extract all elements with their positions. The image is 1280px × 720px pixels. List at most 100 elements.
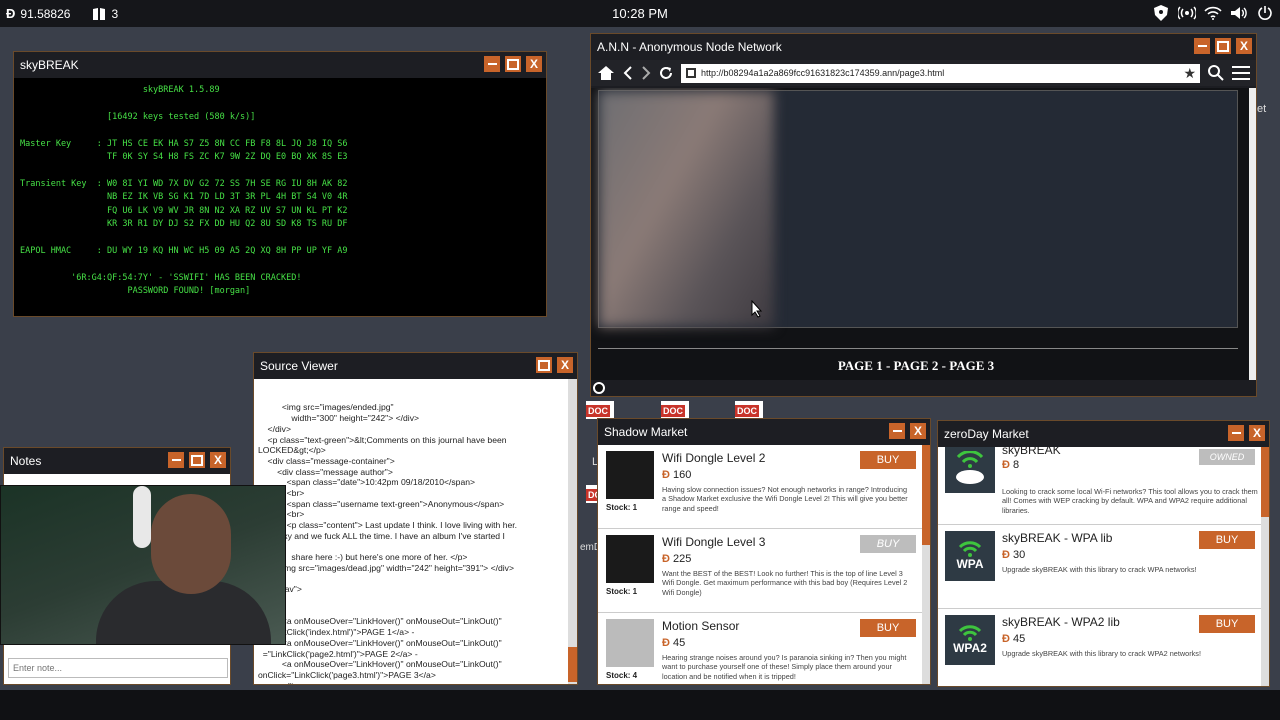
zeroday-market-window: zeroDay Market X skyBREAK Ɖ 8 OWNED Look… bbox=[937, 420, 1270, 687]
item-name: skyBREAK bbox=[1002, 447, 1061, 457]
stock-label: Stock: 1 bbox=[606, 587, 638, 596]
maximize-button[interactable] bbox=[505, 56, 521, 72]
terminal-line: Master Key : JT HS CE EK HA S7 Z5 8N CC … bbox=[20, 138, 348, 149]
clock: 10:28 PM bbox=[612, 6, 668, 21]
source-line bbox=[258, 542, 573, 553]
power-icon[interactable] bbox=[1256, 4, 1274, 22]
list-item: skyBREAK Ɖ 8 OWNED Looking to crack some… bbox=[938, 447, 1269, 525]
source-scrollbar-thumb[interactable] bbox=[568, 647, 577, 682]
item-price: Ɖ 45 bbox=[1002, 633, 1026, 645]
zeroday-market-titlebar[interactable]: zeroDay Market X bbox=[938, 421, 1269, 447]
source-line: <br> bbox=[286, 488, 305, 499]
market-scrollbar-thumb[interactable] bbox=[922, 445, 930, 545]
address-bar[interactable]: http://b08294a1a2a869fcc91631823c174359.… bbox=[681, 63, 1200, 83]
buy-button-disabled[interactable]: BUY bbox=[860, 535, 916, 553]
menu-icon[interactable] bbox=[1232, 66, 1250, 80]
stock-label: Stock: 4 bbox=[606, 671, 638, 680]
forward-icon[interactable] bbox=[641, 66, 651, 80]
crypto-coin-icon: Ɖ bbox=[6, 6, 16, 21]
notes-indicator[interactable]: 3 bbox=[92, 7, 118, 21]
buy-button[interactable]: BUY bbox=[1199, 531, 1255, 549]
terminal-line: EAPOL HMAC : DU WY 19 KQ HN WC H5 09 A5 … bbox=[20, 245, 348, 256]
source-line: <div class="message-container"> bbox=[258, 455, 395, 466]
source-viewer-titlebar[interactable]: Source Viewer X bbox=[254, 353, 577, 379]
close-button[interactable]: X bbox=[910, 423, 926, 439]
product-image bbox=[606, 535, 654, 583]
ann-title: A.N.N - Anonymous Node Network bbox=[597, 40, 782, 54]
list-item: Stock: 1 Wifi Dongle Level 3 Ɖ 225 Want … bbox=[598, 529, 930, 613]
coin-icon: Ɖ bbox=[662, 469, 670, 481]
terminal-line: [16492 keys tested (580 k/s)] bbox=[20, 111, 256, 122]
buy-button[interactable]: BUY bbox=[860, 619, 916, 637]
notes-titlebar[interactable]: Notes X bbox=[4, 448, 230, 474]
maximize-button[interactable] bbox=[189, 452, 205, 468]
buy-button[interactable]: BUY bbox=[1199, 615, 1255, 633]
terminal-line: Transient Key : W0 8I YI WD 7X DV G2 72 … bbox=[20, 178, 348, 189]
zoom-icon[interactable] bbox=[1208, 65, 1224, 81]
vpn-shield-icon[interactable] bbox=[1152, 4, 1170, 22]
item-description: Having slow connection issues? Not enoug… bbox=[662, 485, 908, 513]
note-input[interactable] bbox=[8, 658, 228, 678]
source-line: <a onMouseOver="LinkHover()" onMouseOut=… bbox=[258, 637, 502, 648]
close-button[interactable]: X bbox=[1249, 425, 1265, 441]
browser-scrollbar[interactable] bbox=[1249, 88, 1256, 380]
source-line: share here :-) but here's one more of he… bbox=[258, 552, 468, 563]
coin-icon: Ɖ bbox=[1002, 633, 1010, 645]
item-name: Wifi Dongle Level 2 bbox=[662, 451, 766, 465]
item-description: Looking to crack some local Wi-Fi networ… bbox=[1002, 487, 1258, 515]
mouse-cursor-icon bbox=[751, 300, 763, 318]
item-description: Hearing strange noises around you? Is pa… bbox=[662, 653, 907, 681]
source-line: width="300" height="242"> </div> bbox=[258, 413, 420, 424]
balance-indicator[interactable]: Ɖ 91.58826 bbox=[6, 6, 70, 21]
skybreak-titlebar[interactable]: skyBREAK X bbox=[14, 52, 546, 78]
source-line: LOCKED&gt;</p> bbox=[258, 445, 326, 456]
source-line: <li> bbox=[258, 606, 573, 617]
notebook-icon bbox=[93, 7, 106, 20]
notes-count: 3 bbox=[111, 6, 119, 21]
terminal-line: TF 0K SY S4 H8 FS ZC K7 9W 2Z DQ E0 BQ X… bbox=[20, 152, 348, 163]
wifi-icon[interactable] bbox=[1204, 4, 1222, 22]
bottom-taskbar bbox=[0, 690, 1280, 720]
source-line: <p class="text-green">&lt;Comments on th… bbox=[258, 434, 507, 445]
back-icon[interactable] bbox=[623, 66, 633, 80]
minimize-button[interactable] bbox=[889, 423, 905, 439]
list-item: WPA skyBREAK - WPA lib Ɖ 30 BUY Upgrade … bbox=[938, 525, 1269, 609]
close-button[interactable]: X bbox=[1236, 38, 1252, 54]
headset bbox=[133, 486, 151, 548]
source-line: <ul> bbox=[258, 595, 573, 606]
balance-value: 91.58826 bbox=[20, 6, 71, 21]
doc-file-icon[interactable]: DOC bbox=[661, 401, 689, 419]
close-button[interactable]: X bbox=[526, 56, 542, 72]
minimize-button[interactable] bbox=[168, 452, 184, 468]
pagination-links[interactable]: PAGE 1 - PAGE 2 - PAGE 3 bbox=[591, 358, 1241, 374]
bookmark-star-icon[interactable]: ★ bbox=[1183, 65, 1196, 82]
home-icon[interactable] bbox=[597, 65, 615, 81]
item-name: Wifi Dongle Level 3 bbox=[662, 535, 766, 549]
market-scrollbar-thumb[interactable] bbox=[1261, 447, 1269, 517]
refresh-icon[interactable] bbox=[659, 66, 673, 80]
doc-file-icon[interactable]: DOC bbox=[735, 401, 763, 419]
maximize-button[interactable] bbox=[536, 357, 552, 373]
minimize-button[interactable] bbox=[1228, 425, 1244, 441]
source-viewer-title: Source Viewer bbox=[260, 359, 338, 373]
volume-icon[interactable] bbox=[1230, 4, 1248, 22]
maximize-button[interactable] bbox=[1215, 38, 1231, 54]
page-icon bbox=[686, 68, 696, 78]
source-scrollbar[interactable] bbox=[568, 379, 577, 684]
minimize-button[interactable] bbox=[1194, 38, 1210, 54]
desktop-label-et[interactable]: et bbox=[1257, 103, 1266, 115]
doc-file-icon[interactable]: DOC bbox=[586, 401, 614, 419]
source-line: so sexy and we fuck ALL the time. I have… bbox=[258, 530, 505, 541]
close-button[interactable]: X bbox=[557, 357, 573, 373]
close-button[interactable]: X bbox=[210, 452, 226, 468]
buy-button[interactable]: BUY bbox=[860, 451, 916, 469]
ann-titlebar[interactable]: A.N.N - Anonymous Node Network X bbox=[591, 34, 1256, 60]
shadow-market-titlebar[interactable]: Shadow Market X bbox=[598, 419, 930, 445]
item-price: Ɖ 225 bbox=[662, 553, 692, 565]
broadcast-icon[interactable] bbox=[1178, 4, 1196, 22]
skybreak-window: skyBREAK X skyBREAK 1.5.89 [16492 keys t… bbox=[13, 51, 547, 317]
source-line: ="LinkClick('index.html')">PAGE 1</a> - bbox=[258, 627, 415, 638]
minimize-button[interactable] bbox=[484, 56, 500, 72]
